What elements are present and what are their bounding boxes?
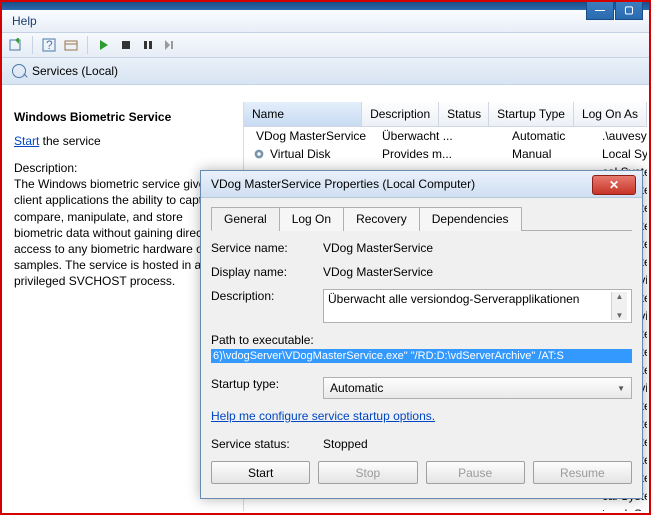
col-logon-as[interactable]: Log On As (574, 102, 647, 126)
start-suffix: the service (39, 134, 100, 148)
tab-dependencies[interactable]: Dependencies (419, 207, 522, 231)
help-configure-link[interactable]: Help me configure service startup option… (211, 409, 435, 423)
dialog-titlebar[interactable]: VDog MasterService Properties (Local Com… (201, 171, 642, 198)
toolbar: ? (2, 33, 649, 58)
service-name-label: Service name: (211, 241, 323, 255)
start-button[interactable]: Start (211, 461, 310, 484)
startup-type-label: Startup type: (211, 377, 323, 391)
menu-bar: Help (2, 10, 649, 33)
maximize-button[interactable]: ▢ (615, 2, 643, 20)
startup-type-value: Automatic (330, 381, 383, 395)
table-row[interactable]: twork S... (244, 505, 647, 511)
desc-text: The Windows biometric service gives clie… (14, 177, 223, 288)
startup-type-select[interactable]: Automatic ▼ (323, 377, 632, 399)
pause-button[interactable]: Pause (426, 461, 525, 484)
tab-recovery[interactable]: Recovery (343, 207, 420, 231)
export-icon[interactable] (8, 37, 24, 53)
service-name-value: VDog MasterService (323, 241, 632, 255)
service-status-value: Stopped (323, 437, 632, 451)
col-startup-type[interactable]: Startup Type (489, 102, 574, 126)
col-description[interactable]: Description (362, 102, 439, 126)
path-label: Path to executable: (211, 333, 632, 347)
display-name-value: VDog MasterService (323, 265, 632, 279)
column-headers: Name Description Status Startup Type Log… (244, 102, 647, 127)
properties-dialog: VDog MasterService Properties (Local Com… (200, 170, 643, 499)
tab-general[interactable]: General (211, 207, 280, 231)
table-row[interactable]: Virtual DiskProvides m...ManualLocal Sys… (244, 145, 647, 163)
resume-button[interactable]: Resume (533, 461, 632, 484)
properties-icon[interactable] (63, 37, 79, 53)
dialog-tabs: General Log On Recovery Dependencies (211, 206, 632, 231)
dialog-title: VDog MasterService Properties (Local Com… (211, 177, 475, 191)
col-name[interactable]: Name (244, 102, 362, 126)
start-service-link[interactable]: Start (14, 134, 39, 148)
pause-icon[interactable] (140, 37, 156, 53)
table-row[interactable]: VDog MasterServiceÜberwacht ...Automatic… (244, 127, 647, 145)
svg-text:?: ? (46, 38, 53, 52)
pane-title: Services (Local) (32, 64, 118, 78)
services-icon (12, 64, 26, 78)
description-label: Description: (211, 289, 323, 303)
minimize-button[interactable]: — (586, 2, 614, 20)
dialog-close-button[interactable]: ✕ (592, 175, 636, 195)
menu-help[interactable]: Help (12, 14, 37, 28)
stop-button[interactable]: Stop (318, 461, 417, 484)
description-text: Überwacht alle versiondog-Serverapplikat… (328, 292, 611, 320)
stop-icon[interactable] (118, 37, 134, 53)
description-textarea[interactable]: Überwacht alle versiondog-Serverapplikat… (323, 289, 632, 323)
pane-header: Services (Local) (2, 58, 649, 85)
chevron-down-icon: ▼ (617, 384, 625, 393)
display-name-label: Display name: (211, 265, 323, 279)
play-icon[interactable] (96, 37, 112, 53)
help-icon[interactable]: ? (41, 37, 57, 53)
service-status-label: Service status: (211, 437, 323, 451)
tab-logon[interactable]: Log On (279, 207, 344, 231)
col-status[interactable]: Status (439, 102, 489, 126)
path-value[interactable]: 6)\vdogServer\VDogMasterService.exe" "/R… (211, 349, 632, 363)
description-scrollbar[interactable]: ▲▼ (611, 292, 627, 320)
desc-label: Description: (14, 161, 77, 175)
restart-icon[interactable] (162, 37, 178, 53)
detail-title: Windows Biometric Service (14, 110, 233, 124)
window-titlebar (2, 2, 649, 10)
